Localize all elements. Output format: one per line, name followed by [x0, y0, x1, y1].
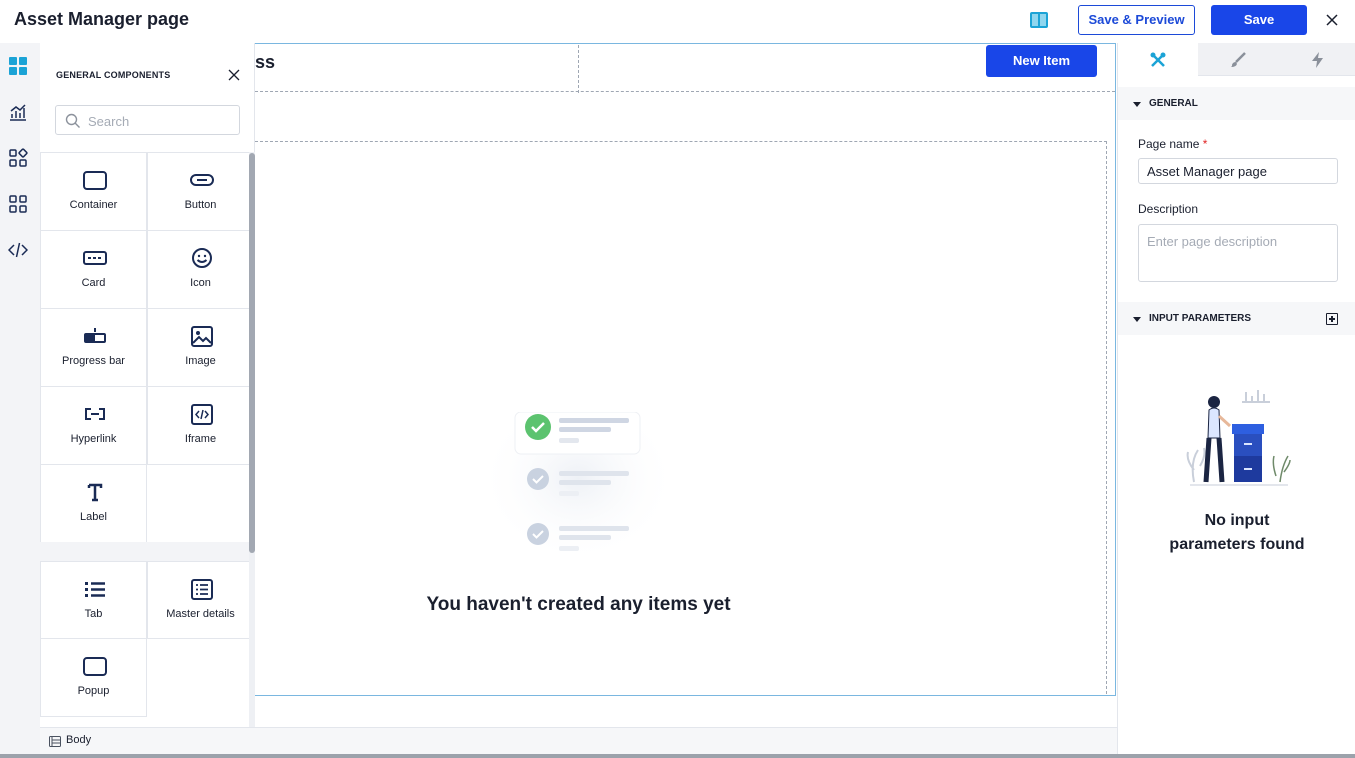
smiley-icon [192, 248, 212, 268]
component-label: Master details [166, 608, 235, 620]
components-palette: GENERAL COMPONENTS Container Button Card… [40, 43, 255, 727]
apps-grid-icon[interactable] [8, 194, 28, 214]
tools-icon [1150, 52, 1166, 67]
search-icon [65, 113, 80, 128]
design-canvas[interactable]: ss New Item You haven't created any item… [255, 43, 1117, 727]
component-label: Card [81, 277, 106, 289]
iframe-icon [191, 404, 213, 425]
add-parameter-icon[interactable] [1326, 313, 1338, 325]
no-parameters-message: No input parameters found [1118, 509, 1355, 557]
component-tab[interactable]: Tab [40, 561, 147, 639]
brush-icon [1231, 52, 1246, 67]
page-title: Asset Manager page [14, 9, 190, 29]
container-icon [83, 171, 107, 190]
layout-icon [49, 736, 61, 747]
component-label: Iframe [184, 433, 217, 445]
component-icon[interactable]: Icon [147, 231, 249, 309]
save-preview-button[interactable]: Save & Preview [1078, 5, 1195, 35]
empty-state-message: You haven't created any items yet [426, 594, 731, 615]
bolt-icon [1312, 52, 1323, 68]
component-label: Tab [84, 608, 103, 620]
header-container[interactable]: ss New Item [255, 44, 1115, 93]
header-divider [578, 45, 579, 93]
general-section-header[interactable]: GENERAL [1118, 87, 1355, 120]
hyperlink-icon [85, 408, 105, 420]
search-input[interactable] [88, 112, 233, 130]
input-parameters-label: INPUT PARAMETERS [1149, 313, 1252, 324]
component-master-details[interactable]: Master details [147, 561, 249, 639]
properties-panel: GENERAL Page name * Description INPUT PA… [1117, 43, 1355, 754]
component-card[interactable]: Card [40, 231, 147, 309]
caret-down-icon [1133, 102, 1141, 107]
page-name-field[interactable] [1138, 158, 1338, 184]
tab-properties[interactable] [1118, 43, 1198, 76]
required-marker: * [1202, 137, 1208, 151]
page-name-label-text: Page name [1138, 137, 1200, 151]
component-label: Button [184, 199, 217, 211]
image-icon [191, 326, 213, 347]
analytics-icon[interactable] [8, 102, 28, 122]
close-icon[interactable] [1323, 11, 1341, 29]
breadcrumb-body[interactable]: Body [66, 734, 91, 746]
section-divider [40, 542, 249, 561]
component-image[interactable]: Image [147, 309, 249, 387]
save-button[interactable]: Save [1211, 5, 1307, 35]
caret-down-icon [1133, 317, 1141, 322]
component-container[interactable]: Container [40, 153, 147, 231]
component-label-widget[interactable]: Label [40, 465, 147, 543]
element-breadcrumb-bar: Body [40, 727, 1117, 754]
component-hyperlink[interactable]: Hyperlink [40, 387, 147, 465]
progress-bar-icon [84, 328, 106, 343]
master-details-icon [191, 579, 213, 600]
description-label: Description [1138, 202, 1199, 216]
component-popup[interactable]: Popup [40, 639, 147, 717]
component-label: Popup [77, 685, 110, 697]
top-bar: Asset Manager page Save & Preview Save [0, 0, 1355, 43]
tab-events[interactable] [1278, 43, 1355, 76]
label-icon [87, 483, 103, 502]
components-grid: Container Button Card Icon Progress bar … [40, 152, 249, 727]
component-label: Progress bar [62, 355, 125, 367]
component-iframe[interactable]: Iframe [147, 387, 249, 465]
new-item-button[interactable]: New Item [986, 45, 1097, 77]
content-container[interactable]: You haven't created any items yet [255, 141, 1107, 694]
general-section-label: GENERAL [1149, 98, 1198, 109]
no-parameters-text: No input parameters found [1169, 512, 1305, 553]
tab-styles[interactable] [1198, 43, 1278, 76]
close-palette-icon[interactable] [228, 69, 240, 81]
popup-icon [83, 657, 107, 676]
dashboard-icon[interactable] [8, 56, 28, 76]
layout-toggle-icon[interactable] [1030, 12, 1048, 28]
component-label: Hyperlink [70, 433, 117, 445]
code-icon[interactable] [8, 240, 28, 260]
page-heading[interactable]: ss [255, 52, 275, 73]
description-field[interactable] [1138, 224, 1338, 282]
component-label: Label [80, 511, 107, 523]
tab-icon [85, 582, 105, 597]
input-parameters-section-header[interactable]: INPUT PARAMETERS [1118, 302, 1355, 335]
search-box [55, 105, 240, 135]
palette-title: GENERAL COMPONENTS [56, 70, 171, 80]
empty-parameters-illustration [1186, 390, 1291, 486]
left-rail [0, 43, 40, 758]
empty-list-illustration [478, 412, 678, 572]
component-label: Icon [190, 277, 211, 289]
horizontal-scrollbar[interactable] [0, 754, 1355, 758]
card-icon [83, 251, 107, 265]
component-button[interactable]: Button [147, 153, 249, 231]
button-icon [190, 174, 214, 186]
page-name-label: Page name * [1138, 137, 1207, 151]
component-label: Image [185, 355, 216, 367]
components-icon[interactable] [8, 148, 28, 168]
component-label: Container [69, 199, 118, 211]
component-progress-bar[interactable]: Progress bar [40, 309, 147, 387]
